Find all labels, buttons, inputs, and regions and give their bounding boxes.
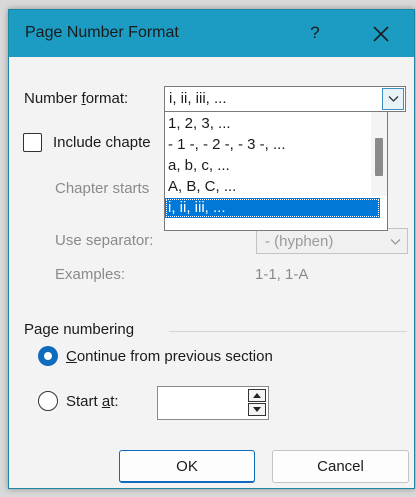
examples-label: Examples:: [55, 266, 126, 283]
list-item[interactable]: a, b, c, ...: [165, 156, 370, 176]
number-format-value: i, ii, iii, ...: [169, 90, 227, 107]
start-at-label-part2: t:: [110, 393, 119, 410]
number-format-select[interactable]: i, ii, iii, ...: [164, 86, 406, 112]
examples-value: 1-1, 1-A: [255, 266, 309, 283]
list-item[interactable]: - 1 -, - 2 -, - 3 -, ...: [165, 135, 370, 155]
number-format-label-part1: Number: [24, 90, 82, 107]
number-format-label-part2: ormat:: [85, 90, 129, 107]
continue-label[interactable]: Continue from previous section: [66, 348, 273, 365]
continue-label-text: ontinue from previous section: [76, 348, 273, 365]
include-chapter-label[interactable]: Include chapte: [53, 134, 151, 151]
triangle-down-icon: [253, 407, 261, 412]
start-at-input[interactable]: [157, 386, 269, 420]
title-bar: Page Number Format ?: [9, 10, 414, 57]
list-item[interactable]: A, B, C, ...: [165, 177, 370, 197]
dialog-title: Page Number Format: [25, 24, 179, 41]
triangle-up-icon: [253, 393, 261, 398]
separator-select: - (hyphen): [256, 228, 408, 254]
number-format-dropdown-button[interactable]: [382, 88, 404, 110]
cancel-button[interactable]: Cancel: [272, 450, 409, 483]
start-at-label-part1: Start: [66, 393, 102, 410]
continue-radio[interactable]: [38, 346, 58, 366]
chevron-down-icon: [388, 96, 399, 102]
close-icon: [373, 26, 389, 42]
number-format-listbox[interactable]: 1, 2, 3, ... - 1 -, - 2 -, - 3 -, ... a,…: [164, 111, 388, 231]
start-at-label[interactable]: Start at:: [66, 393, 119, 410]
page-number-format-dialog: Page Number Format ? Number format: i, i…: [8, 9, 415, 489]
start-at-accesskey: a: [101, 393, 111, 410]
spin-down-button[interactable]: [248, 403, 266, 416]
close-button[interactable]: [359, 17, 405, 51]
chapter-starts-label: Chapter starts: [55, 180, 150, 197]
separator-value: - (hyphen): [265, 233, 334, 250]
group-divider: [169, 331, 407, 332]
scrollbar-thumb[interactable]: [375, 138, 383, 176]
chevron-down-icon: [390, 239, 401, 245]
listbox-scrollbar[interactable]: [371, 112, 387, 196]
page-numbering-heading: Page numbering: [24, 321, 135, 338]
help-button[interactable]: ?: [305, 23, 325, 43]
ok-button[interactable]: OK: [119, 450, 255, 483]
list-item[interactable]: 1, 2, 3, ...: [165, 114, 370, 134]
start-at-radio[interactable]: [38, 391, 58, 411]
use-separator-label: Use separator:: [55, 232, 154, 249]
start-at-spinner: [248, 389, 266, 417]
number-format-label: Number format:: [24, 90, 128, 107]
include-chapter-checkbox[interactable]: [23, 133, 42, 152]
spin-up-button[interactable]: [248, 389, 266, 402]
continue-accesskey: C: [66, 348, 77, 365]
list-item-selected[interactable]: i, ii, iii, ...: [165, 198, 380, 218]
